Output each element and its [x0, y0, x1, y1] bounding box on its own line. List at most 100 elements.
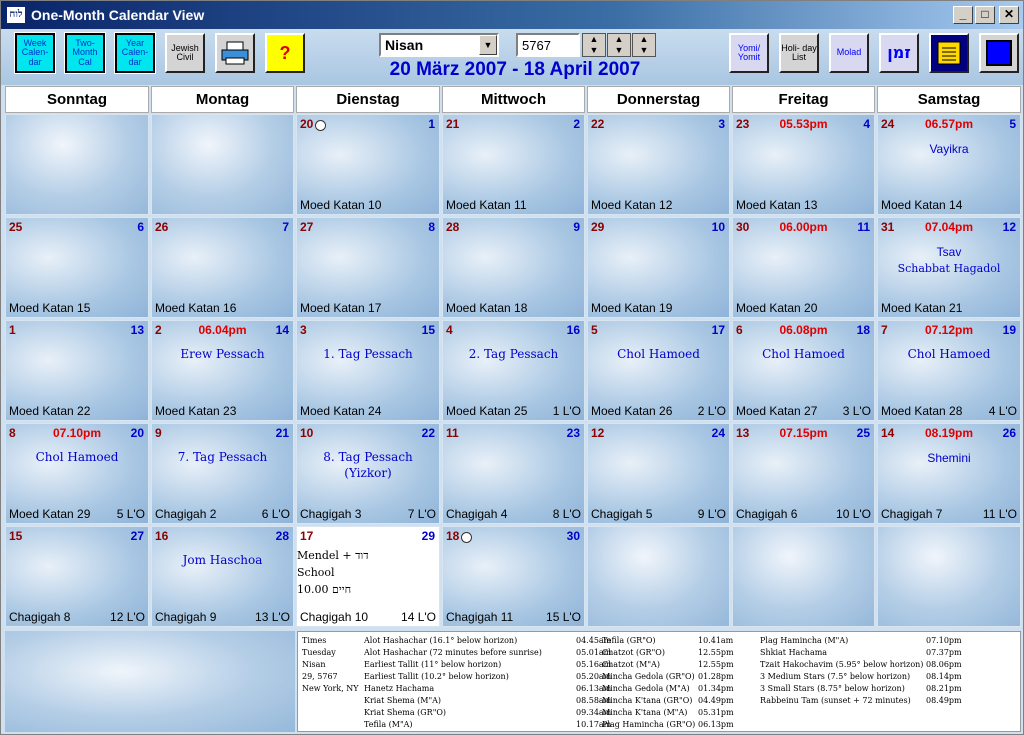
omer-count: 12 L'O: [110, 610, 145, 624]
month-select[interactable]: Nisan ▼: [379, 33, 499, 57]
day-cell[interactable]: 5 17 Chol Hamoed Moed Katan 26 2 L'O: [587, 320, 730, 421]
hebrew-date: 17: [711, 323, 725, 337]
day-cell[interactable]: 31 12 07.04pm Tsav Schabbat Hagadol Moed Kata…: [877, 217, 1021, 318]
hebrew-date: 16: [566, 323, 580, 337]
day-cell[interactable]: 17 29 Mendel + דוד School 10.00 חיים Chagigah…: [296, 526, 440, 627]
daf-yomi: Moed Katan 21: [881, 301, 963, 315]
day-cell[interactable]: 8 20 07.10pm Chol Hamoed Moed Katan 29 5 L'O: [5, 423, 149, 524]
day-cell[interactable]: 15 27 Chagigah 8 12 L'O: [5, 526, 149, 627]
zmanim-column-1: Alot Hashachar (16.1° below horizon) 04.4…: [364, 635, 611, 731]
holiday-name: 7. Tag Pessach: [177, 450, 268, 464]
day-cell[interactable]: 28 9 Moed Katan 18: [442, 217, 585, 318]
civil-date: 1: [9, 323, 16, 337]
holiday-list-button[interactable]: Holi- day List: [779, 33, 819, 73]
holiday-name: 1. Tag Pessach: [323, 347, 413, 361]
zman-row: Shkiat Hachama 07.37pm: [760, 647, 962, 659]
day-stepper-up-down[interactable]: ▲ ▼: [632, 33, 656, 57]
zman-row: Plag Hamincha (M"A) 07.10pm: [760, 635, 962, 647]
omer-count: 1 L'O: [552, 404, 581, 418]
zman-time: 07.37pm: [926, 648, 962, 657]
printer-icon: [221, 41, 249, 65]
day-cell[interactable]: 26 7 Moed Katan 16: [151, 217, 294, 318]
day-cell[interactable]: 1 13 Moed Katan 22: [5, 320, 149, 421]
day-cell[interactable]: 22 3 Moed Katan 12: [587, 114, 730, 215]
zman-time: 08.06pm: [926, 660, 962, 669]
civil-date: 9: [155, 426, 162, 440]
day-cell[interactable]: 13 25 07.15pm Chagigah 6 10 L'O: [732, 423, 875, 524]
month-stepper-up-down[interactable]: ▲ ▼: [607, 33, 631, 57]
chevron-down-icon[interactable]: ▼: [479, 35, 497, 55]
civil-date: 11: [446, 426, 459, 440]
day-cell[interactable]: 29 10 Moed Katan 19: [587, 217, 730, 318]
help-button[interactable]: ?: [265, 33, 305, 73]
zman-row: Earliest Tallit (10.2° below horizon) 05.…: [364, 671, 611, 683]
minimize-button[interactable]: _: [953, 6, 973, 24]
book-view-button[interactable]: [929, 33, 969, 73]
hebrew-date: 27: [130, 529, 144, 543]
zmanim-location-line: Tuesday: [302, 648, 336, 657]
jewish-civil-toggle-button[interactable]: Jewish Civil: [165, 33, 205, 73]
user-note[interactable]: Mendel + דוד: [297, 549, 369, 562]
molad-button[interactable]: Molad: [829, 33, 869, 73]
day-cell[interactable]: 9 21 7. Tag Pessach Chagigah 2 6 L'O: [151, 423, 294, 524]
toolbar: Week Calen- dar Two- Month Cal Year Cale…: [1, 29, 1023, 85]
day-cell[interactable]: 21 2 Moed Katan 11: [442, 114, 585, 215]
day-cell[interactable]: 16 28 Jom Haschoa Chagigah 9 13 L'O: [151, 526, 294, 627]
zmanim-button[interactable]: זמן: [879, 33, 919, 73]
year-calendar-button[interactable]: Year Calen- dar: [114, 32, 156, 74]
week-calendar-button[interactable]: Week Calen- dar: [14, 32, 56, 74]
title-bar[interactable]: לוח One-Month Calendar View _ □ ✕: [1, 1, 1023, 29]
weekday-header-mittwoch: Mittwoch: [442, 86, 585, 113]
daf-yomi: Chagigah 8: [9, 610, 71, 624]
daf-yomi: Moed Katan 13: [736, 198, 818, 212]
day-cell[interactable]: 11 23 Chagigah 4 8 L'O: [442, 423, 585, 524]
zman-row: Mincha K'tana (M"A) 05.31pm: [602, 707, 734, 719]
year-stepper-up-down[interactable]: ▲ ▼: [582, 33, 606, 57]
app-logo-icon: לוח: [7, 7, 25, 23]
print-button[interactable]: [215, 33, 255, 73]
zman-row: Tefila (M"A) 10.17am: [364, 719, 611, 731]
zman-time: 07.10pm: [926, 636, 962, 645]
zmanim-location-line: 29, 5767: [302, 672, 338, 681]
holiday-name: Jom Haschoa: [182, 553, 263, 567]
day-cell[interactable]: 20 1 Moed Katan 10: [296, 114, 440, 215]
day-cell[interactable]: 12 24 Chagigah 5 9 L'O: [587, 423, 730, 524]
civil-date: 15: [9, 529, 23, 543]
day-cell[interactable]: 27 8 Moed Katan 17: [296, 217, 440, 318]
day-cell[interactable]: 2 14 06.04pm Erew Pessach Moed Katan 23: [151, 320, 294, 421]
zman-row: Tefila (GR"O) 10.41am: [602, 635, 733, 647]
zman-label: Mincha K'tana (GR"O): [602, 696, 693, 705]
daf-yomi: Moed Katan 15: [9, 301, 91, 315]
daf-yomi: Moed Katan 17: [300, 301, 382, 315]
omer-count: 11 L'O: [982, 507, 1017, 521]
omer-count: 10 L'O: [836, 507, 871, 521]
maximize-button[interactable]: □: [975, 6, 995, 24]
zmanim-column-2: Tefila (GR"O) 10.41am Chatzot (GR"O) 12.55p…: [602, 635, 734, 731]
hebrew-date: 6: [137, 220, 144, 234]
civil-date: 17: [300, 529, 314, 543]
zman-row: Mincha Gedola (M"A) 01.34pm: [602, 683, 734, 695]
daf-yomi: Moed Katan 10: [300, 198, 382, 212]
yomi-yomit-button[interactable]: Yomi/ Yomit: [729, 33, 769, 73]
day-cell[interactable]: 23 4 05.53pm Moed Katan 13: [732, 114, 875, 215]
day-cell[interactable]: 14 26 08.19pm Shemini Chagigah 7 11 L'O: [877, 423, 1021, 524]
day-cell[interactable]: 7 19 07.12pm Chol Hamoed Moed Katan 28 4 L'O: [877, 320, 1021, 421]
day-cell[interactable]: 24 5 06.57pm Vayikra Moed Katan 14: [877, 114, 1021, 215]
daf-yomi: Moed Katan 19: [591, 301, 673, 315]
day-cell[interactable]: 4 16 2. Tag Pessach Moed Katan 25 1 L'O: [442, 320, 585, 421]
candle-lighting-time: 06.00pm: [779, 220, 828, 234]
day-cell[interactable]: 25 6 Moed Katan 15: [5, 217, 149, 318]
user-note[interactable]: 10.00 חיים: [297, 583, 351, 596]
omer-count: 7 L'O: [407, 507, 436, 521]
user-note[interactable]: School: [297, 566, 335, 579]
day-cell[interactable]: 18 30 Chagigah 11 15 L'O: [442, 526, 585, 627]
daf-yomi: Chagigah 10: [300, 610, 369, 624]
two-month-calendar-button[interactable]: Two- Month Cal: [64, 32, 106, 74]
close-button[interactable]: ✕: [999, 6, 1019, 24]
day-cell[interactable]: 3 15 1. Tag Pessach Moed Katan 24: [296, 320, 440, 421]
color-view-button[interactable]: [979, 33, 1019, 73]
year-input[interactable]: 5767: [516, 33, 580, 57]
day-cell[interactable]: 6 18 06.08pm Chol Hamoed Moed Katan 27 3 L'O: [732, 320, 875, 421]
day-cell[interactable]: 10 22 8. Tag Pessach (Yizkor) Chagigah 3 7 L'…: [296, 423, 440, 524]
day-cell[interactable]: 30 11 06.00pm Moed Katan 20: [732, 217, 875, 318]
